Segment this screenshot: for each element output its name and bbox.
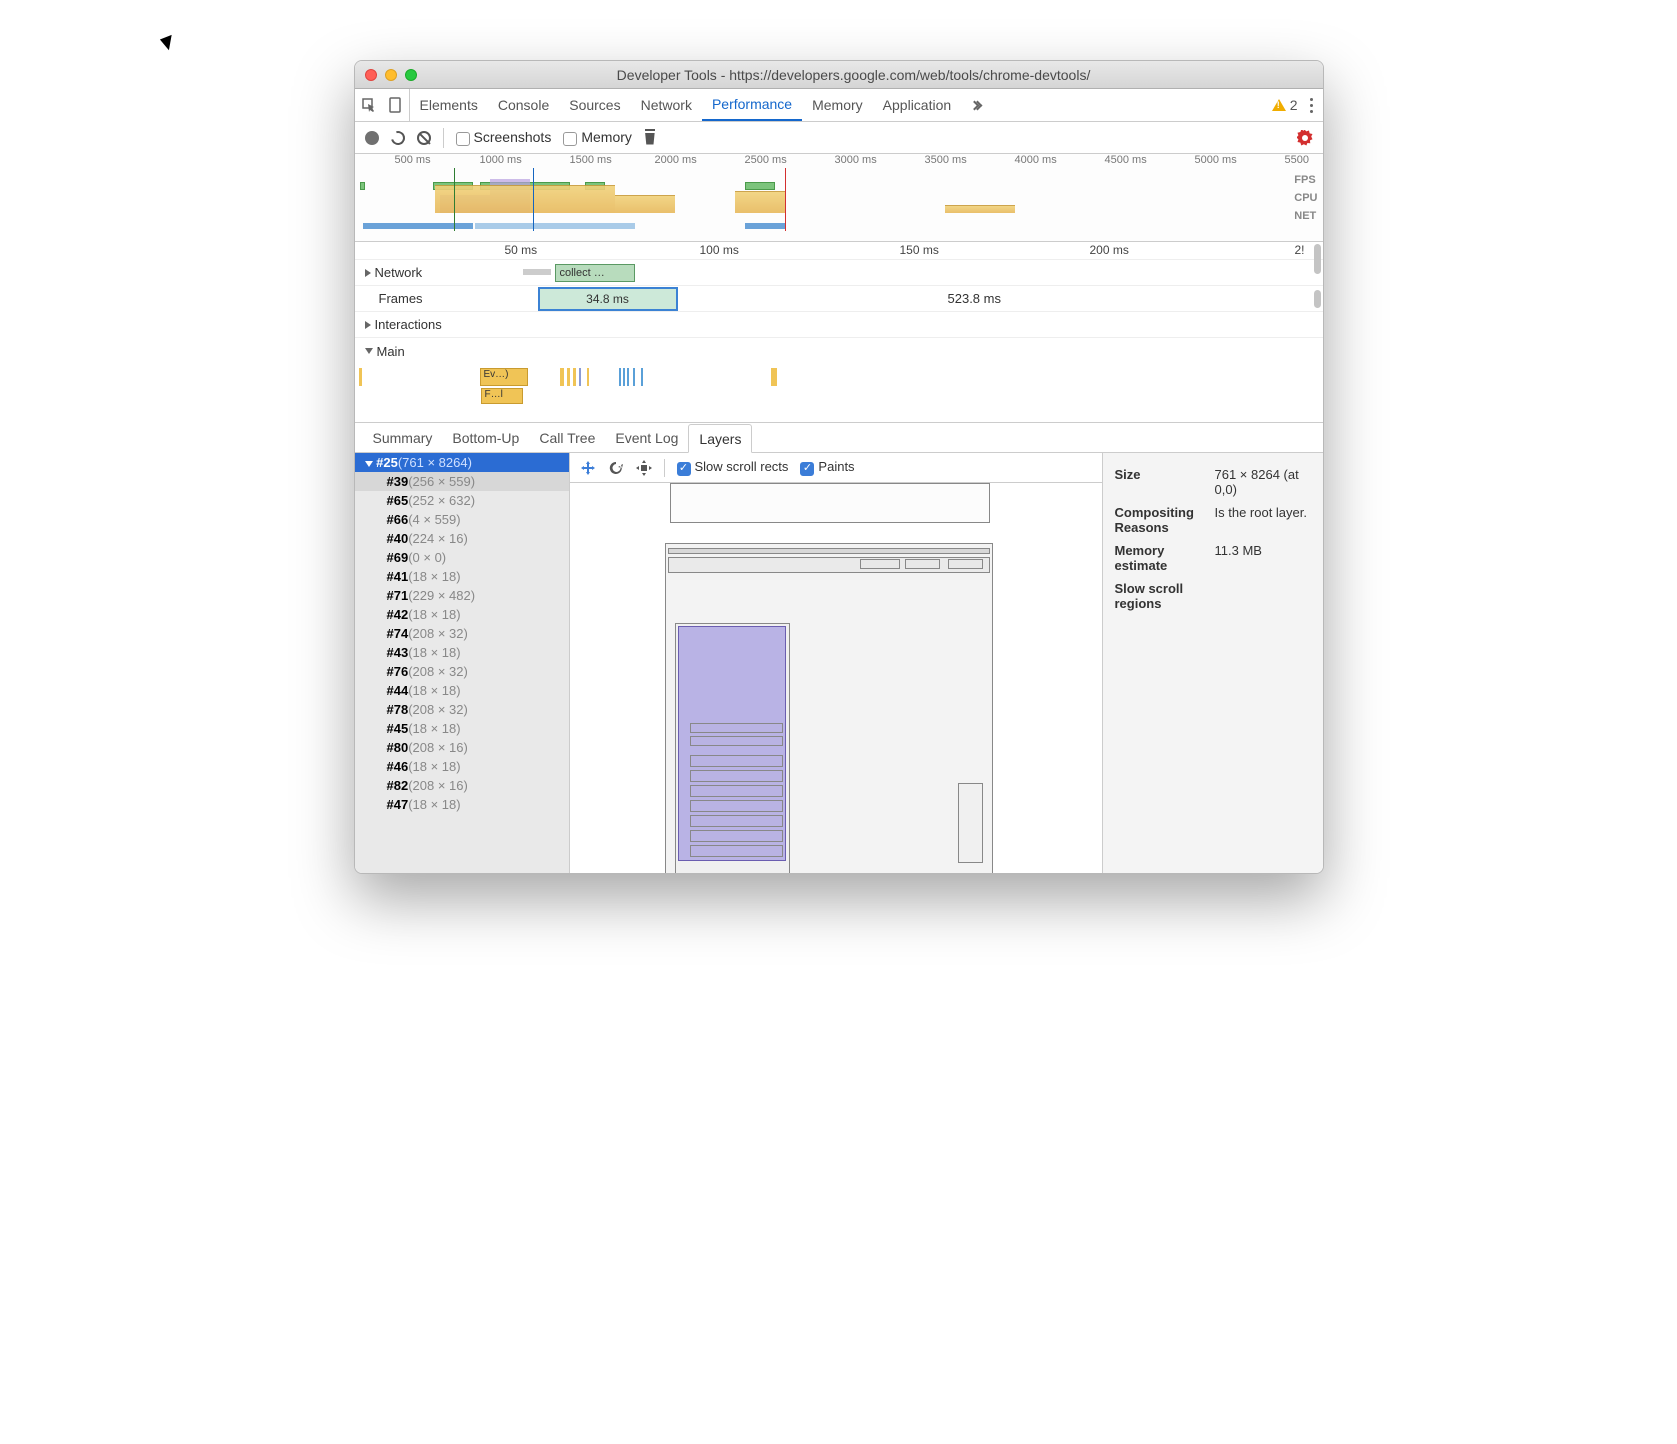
tab-sources[interactable]: Sources [559, 89, 630, 121]
tab-performance[interactable]: Performance [702, 89, 802, 121]
info-slow-value [1215, 577, 1311, 615]
titlebar: Developer Tools - https://developers.goo… [355, 61, 1323, 89]
reload-icon[interactable] [388, 128, 407, 147]
row-interactions[interactable]: Interactions [355, 312, 1323, 338]
tab-application[interactable]: Application [873, 89, 962, 121]
clear-icon[interactable] [417, 131, 431, 145]
network-item[interactable]: collect … [555, 264, 635, 282]
layer-tree[interactable]: #25(761 × 8264) #39(256 × 559)#65(252 × … [355, 453, 570, 873]
tab-network[interactable]: Network [631, 89, 702, 121]
dtab-event-log[interactable]: Event Log [605, 423, 688, 452]
layer-tree-children: #39(256 × 559)#65(252 × 632)#66(4 × 559)… [355, 472, 569, 814]
layer-node[interactable]: #74(208 × 32) [355, 624, 569, 643]
flame-event: F…l [481, 388, 523, 404]
layer-node[interactable]: #40(224 × 16) [355, 529, 569, 548]
row-network[interactable]: Network collect … [355, 260, 1323, 286]
layer-node[interactable]: #76(208 × 32) [355, 662, 569, 681]
pan-tool-icon[interactable] [580, 460, 596, 476]
close-window-icon[interactable] [365, 69, 377, 81]
layer-node[interactable]: #80(208 × 16) [355, 738, 569, 757]
window-controls [365, 69, 417, 81]
layer-viewer-toolbar: Slow scroll rects Paints [570, 453, 1102, 483]
minimize-window-icon[interactable] [385, 69, 397, 81]
zoom-window-icon[interactable] [405, 69, 417, 81]
collapse-icon [365, 461, 373, 467]
devtools-window: Developer Tools - https://developers.goo… [354, 60, 1324, 874]
trash-icon[interactable] [644, 131, 656, 145]
layer-node[interactable]: #43(18 × 18) [355, 643, 569, 662]
inspect-tools [355, 89, 410, 121]
frames-scrollbar[interactable] [1314, 290, 1321, 308]
record-icon[interactable] [365, 131, 379, 145]
layer-node[interactable]: #39(256 × 559) [355, 472, 569, 491]
info-memory-value: 11.3 MB [1215, 539, 1311, 577]
overview-side-labels: FPS CPU NET [1294, 174, 1322, 222]
layer-node[interactable]: #41(18 × 18) [355, 567, 569, 586]
tab-console[interactable]: Console [488, 89, 559, 121]
info-compositing-value: Is the root layer. [1215, 501, 1311, 539]
flame-event: Ev…) [480, 368, 528, 386]
settings-gear-icon[interactable] [1297, 130, 1313, 146]
expand-icon [365, 269, 371, 277]
dtab-summary[interactable]: Summary [363, 423, 443, 452]
layer-node[interactable]: #44(18 × 18) [355, 681, 569, 700]
layer-node[interactable]: #71(229 × 482) [355, 586, 569, 605]
layer-node[interactable]: #46(18 × 18) [355, 757, 569, 776]
tab-elements[interactable]: Elements [410, 89, 488, 121]
perf-toolbar: Screenshots Memory [355, 122, 1323, 154]
layer-node-selected[interactable]: #25(761 × 8264) [355, 453, 569, 472]
layer-node[interactable]: #69(0 × 0) [355, 548, 569, 567]
device-toggle-icon[interactable] [387, 97, 403, 113]
reset-view-icon[interactable] [636, 460, 652, 476]
layer-node[interactable]: #65(252 × 632) [355, 491, 569, 510]
row-main[interactable]: Main [355, 338, 1323, 364]
window-title: Developer Tools - https://developers.goo… [465, 67, 1313, 83]
dtab-bottom-up[interactable]: Bottom-Up [442, 423, 529, 452]
flamechart-ruler: 50 ms 100 ms 150 ms 200 ms 2! [355, 242, 1323, 260]
warning-count: 2 [1290, 97, 1298, 113]
overview-pane[interactable]: 500 ms 1000 ms 1500 ms 2000 ms 2500 ms 3… [355, 154, 1323, 242]
layer-node[interactable]: #82(208 × 16) [355, 776, 569, 795]
panel-tabs: Elements Console Sources Network Perform… [410, 89, 992, 121]
inspect-icon[interactable] [361, 97, 377, 113]
info-memory-label: Memory estimate [1115, 539, 1215, 577]
net-bar [523, 269, 551, 275]
info-size-label: Size [1115, 463, 1215, 501]
rotate-tool-icon[interactable] [608, 460, 624, 476]
layer-node[interactable]: #42(18 × 18) [355, 605, 569, 624]
warning-icon [1272, 99, 1286, 111]
frame-selected[interactable]: 34.8 ms [538, 287, 678, 311]
info-size-value: 761 × 8264 (at 0,0) [1215, 463, 1311, 501]
slow-scroll-checkbox[interactable]: Slow scroll rects [677, 459, 789, 476]
screenshots-checkbox[interactable]: Screenshots [456, 129, 552, 145]
paints-checkbox[interactable]: Paints [800, 459, 854, 476]
dtab-call-tree[interactable]: Call Tree [529, 423, 605, 452]
more-menu-icon[interactable] [1310, 98, 1313, 113]
layer-node[interactable]: #47(18 × 18) [355, 795, 569, 814]
dtab-layers[interactable]: Layers [688, 424, 752, 453]
layers-pane: #25(761 × 8264) #39(256 × 559)#65(252 × … [355, 453, 1323, 873]
layer-canvas[interactable] [570, 483, 1102, 873]
layer-node[interactable]: #45(18 × 18) [355, 719, 569, 738]
layer-node[interactable]: #78(208 × 32) [355, 700, 569, 719]
frame-duration-label: 523.8 ms [948, 291, 1001, 306]
warnings-badge[interactable]: 2 [1272, 97, 1298, 113]
memory-checkbox[interactable]: Memory [563, 129, 632, 145]
overview-chart [355, 168, 1291, 231]
flamechart-pane[interactable]: 50 ms 100 ms 150 ms 200 ms 2! Network co… [355, 242, 1323, 423]
collapse-icon [365, 348, 373, 354]
info-slow-label: Slow scroll regions [1115, 577, 1215, 615]
layer-viewer: Slow scroll rects Paints [570, 453, 1103, 873]
tab-memory[interactable]: Memory [802, 89, 873, 121]
details-tabbar: Summary Bottom-Up Call Tree Event Log La… [355, 423, 1323, 453]
expand-icon [365, 321, 371, 329]
main-thread-chart[interactable]: Ev…) F…l [355, 364, 1323, 422]
row-frames[interactable]: Frames 34.8 ms 523.8 ms [355, 286, 1323, 312]
panel-tabbar: Elements Console Sources Network Perform… [355, 89, 1323, 122]
info-compositing-label: Compositing Reasons [1115, 501, 1215, 539]
layer-node[interactable]: #66(4 × 559) [355, 510, 569, 529]
layer-info-panel: Size 761 × 8264 (at 0,0) Compositing Rea… [1103, 453, 1323, 873]
more-tabs[interactable] [961, 89, 991, 121]
